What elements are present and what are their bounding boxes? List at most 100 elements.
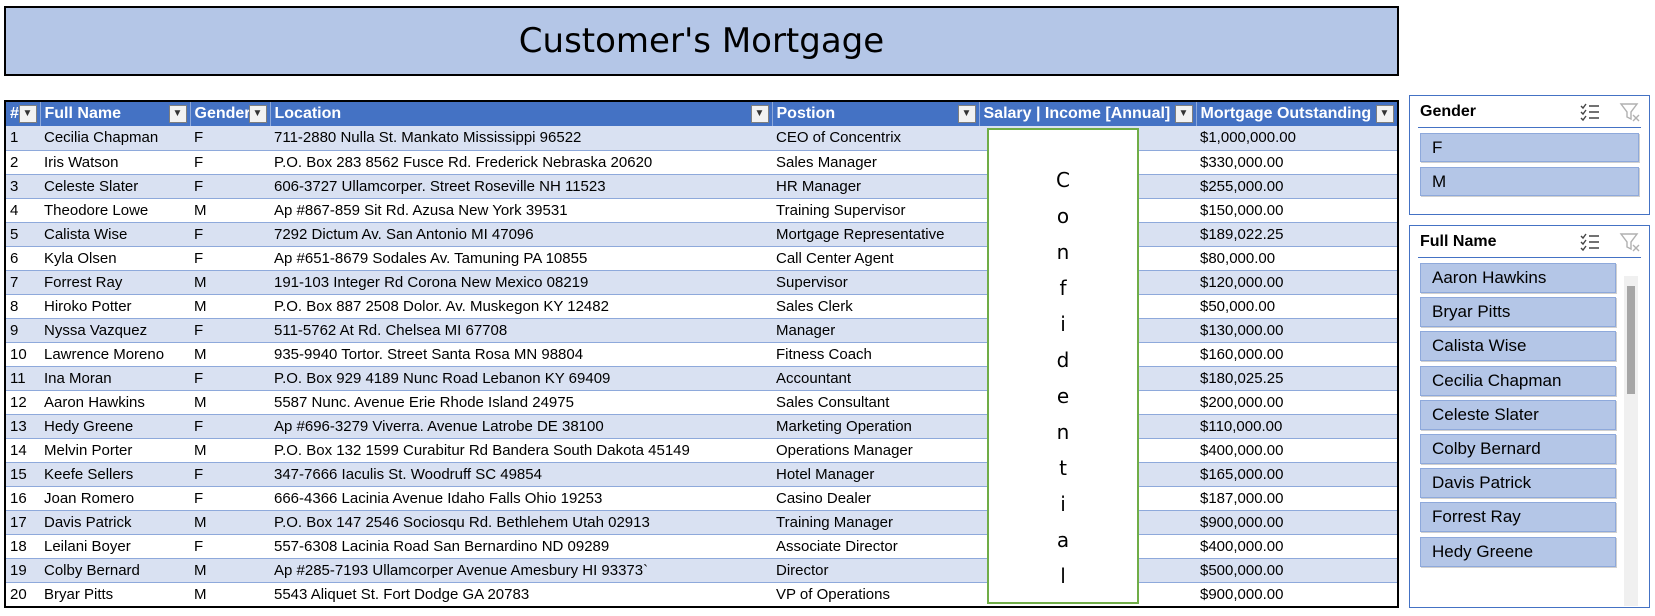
table-cell[interactable]: $330,000.00 <box>1196 150 1397 175</box>
table-cell[interactable]: 12 <box>6 390 40 415</box>
table-cell[interactable]: Training Supervisor <box>772 198 979 223</box>
table-cell[interactable]: F <box>190 462 270 487</box>
table-cell[interactable]: M <box>190 510 270 535</box>
table-cell[interactable]: Call Center Agent <box>772 246 979 271</box>
table-cell[interactable]: Aaron Hawkins <box>40 390 190 415</box>
table-cell[interactable]: Leilani Boyer <box>40 534 190 559</box>
table-cell[interactable]: 6 <box>6 246 40 271</box>
table-cell[interactable]: Cecilia Chapman <box>40 126 190 151</box>
table-cell[interactable]: $130,000.00 <box>1196 318 1397 343</box>
table-cell[interactable]: Colby Bernard <box>40 558 190 583</box>
table-cell[interactable]: 17 <box>6 510 40 535</box>
table-cell[interactable]: Calista Wise <box>40 222 190 247</box>
table-cell[interactable]: $189,022.25 <box>1196 222 1397 247</box>
table-cell[interactable]: $1,000,000.00 <box>1196 126 1397 151</box>
table-cell[interactable]: Training Manager <box>772 510 979 535</box>
table-cell[interactable]: F <box>190 534 270 559</box>
table-cell[interactable]: VP of Operations <box>772 582 979 606</box>
table-cell[interactable]: F <box>190 174 270 199</box>
table-cell[interactable]: 2 <box>6 150 40 175</box>
table-cell[interactable]: $165,000.00 <box>1196 462 1397 487</box>
filter-dropdown-icon[interactable]: ▼ <box>750 105 769 123</box>
table-cell[interactable]: $160,000.00 <box>1196 342 1397 367</box>
table-cell[interactable]: Iris Watson <box>40 150 190 175</box>
table-cell[interactable]: Keefe Sellers <box>40 462 190 487</box>
table-cell[interactable]: P.O. Box 147 2546 Sociosqu Rd. Bethlehem… <box>270 510 772 535</box>
table-cell[interactable]: 18 <box>6 534 40 559</box>
table-cell[interactable]: M <box>190 198 270 223</box>
table-cell[interactable]: P.O. Box 132 1599 Curabitur Rd Bandera S… <box>270 438 772 463</box>
table-cell[interactable]: F <box>190 246 270 271</box>
table-cell[interactable]: 347-7666 Iaculis St. Woodruff SC 49854 <box>270 462 772 487</box>
table-cell[interactable]: Sales Clerk <box>772 294 979 319</box>
table-cell[interactable]: Operations Manager <box>772 438 979 463</box>
filter-dropdown-icon[interactable]: ▼ <box>1375 105 1394 123</box>
table-cell[interactable]: 7 <box>6 270 40 295</box>
column-header[interactable]: Postion ▼ <box>772 102 980 126</box>
table-cell[interactable]: 606-3727 Ullamcorper. Street Roseville N… <box>270 174 772 199</box>
table-cell[interactable]: M <box>190 390 270 415</box>
table-cell[interactable]: 16 <box>6 486 40 511</box>
table-cell[interactable]: Ap #867-859 Sit Rd. Azusa New York 39531 <box>270 198 772 223</box>
table-cell[interactable]: Ina Moran <box>40 366 190 391</box>
slicer-scrollbar[interactable] <box>1624 276 1638 606</box>
multi-select-icon[interactable] <box>1579 231 1601 253</box>
table-cell[interactable]: 19 <box>6 558 40 583</box>
table-cell[interactable]: 511-5762 At Rd. Chelsea MI 67708 <box>270 318 772 343</box>
table-cell[interactable]: Hedy Greene <box>40 414 190 439</box>
table-cell[interactable]: 191-103 Integer Rd Corona New Mexico 082… <box>270 270 772 295</box>
table-cell[interactable]: Fitness Coach <box>772 342 979 367</box>
table-cell[interactable]: $50,000.00 <box>1196 294 1397 319</box>
slicer-item-full-name[interactable]: Forrest Ray <box>1420 502 1616 533</box>
slicer-item-full-name[interactable]: Colby Bernard <box>1420 434 1616 464</box>
table-cell[interactable]: $80,000.00 <box>1196 246 1397 271</box>
table-cell[interactable]: F <box>190 486 270 511</box>
column-header[interactable]: Salary | Income [Annual] ▼ <box>979 102 1197 126</box>
slicer-item-full-name[interactable]: Bryar Pitts <box>1420 297 1616 328</box>
table-cell[interactable]: Celeste Slater <box>40 174 190 199</box>
table-cell[interactable]: $900,000.00 <box>1196 582 1397 606</box>
filter-dropdown-icon[interactable]: ▼ <box>1174 105 1193 123</box>
table-cell[interactable]: Forrest Ray <box>40 270 190 295</box>
table-cell[interactable]: Casino Dealer <box>772 486 979 511</box>
table-cell[interactable]: M <box>190 294 270 319</box>
table-cell[interactable]: 9 <box>6 318 40 343</box>
column-header[interactable]: # ▼ <box>6 102 41 126</box>
table-cell[interactable]: 557-6308 Lacinia Road San Bernardino ND … <box>270 534 772 559</box>
table-cell[interactable]: $400,000.00 <box>1196 534 1397 559</box>
table-cell[interactable]: HR Manager <box>772 174 979 199</box>
table-cell[interactable]: Nyssa Vazquez <box>40 318 190 343</box>
slicer-item-gender[interactable]: F <box>1420 133 1639 162</box>
table-cell[interactable]: Associate Director <box>772 534 979 559</box>
table-cell[interactable]: 11 <box>6 366 40 391</box>
column-header[interactable]: Mortgage Outstanding ▼ <box>1196 102 1397 126</box>
table-cell[interactable]: M <box>190 558 270 583</box>
table-cell[interactable]: Melvin Porter <box>40 438 190 463</box>
filter-dropdown-icon[interactable]: ▼ <box>248 105 267 123</box>
table-cell[interactable]: Accountant <box>772 366 979 391</box>
table-cell[interactable]: M <box>190 342 270 367</box>
column-header[interactable]: Full Name ▼ <box>40 102 191 126</box>
filter-dropdown-icon[interactable]: ▼ <box>18 105 37 123</box>
table-cell[interactable]: Kyla Olsen <box>40 246 190 271</box>
table-cell[interactable]: 7292 Dictum Av. San Antonio MI 47096 <box>270 222 772 247</box>
table-cell[interactable]: M <box>190 582 270 606</box>
table-cell[interactable]: P.O. Box 283 8562 Fusce Rd. Frederick Ne… <box>270 150 772 175</box>
table-cell[interactable]: 13 <box>6 414 40 439</box>
table-cell[interactable]: $150,000.00 <box>1196 198 1397 223</box>
table-cell[interactable]: Davis Patrick <box>40 510 190 535</box>
table-cell[interactable]: M <box>190 438 270 463</box>
table-cell[interactable]: Hiroko Potter <box>40 294 190 319</box>
table-cell[interactable]: Director <box>772 558 979 583</box>
table-cell[interactable]: F <box>190 222 270 247</box>
table-cell[interactable]: $900,000.00 <box>1196 510 1397 535</box>
table-cell[interactable]: 3 <box>6 174 40 199</box>
table-cell[interactable]: Lawrence Moreno <box>40 342 190 367</box>
table-cell[interactable]: Sales Manager <box>772 150 979 175</box>
table-cell[interactable]: Sales Consultant <box>772 390 979 415</box>
table-cell[interactable]: Ap #285-7193 Ullamcorper Avenue Amesbury… <box>270 558 772 583</box>
table-cell[interactable]: Manager <box>772 318 979 343</box>
column-header[interactable]: Gender ▼ <box>190 102 271 126</box>
table-cell[interactable]: F <box>190 414 270 439</box>
table-cell[interactable]: 711-2880 Nulla St. Mankato Mississippi 9… <box>270 126 772 151</box>
